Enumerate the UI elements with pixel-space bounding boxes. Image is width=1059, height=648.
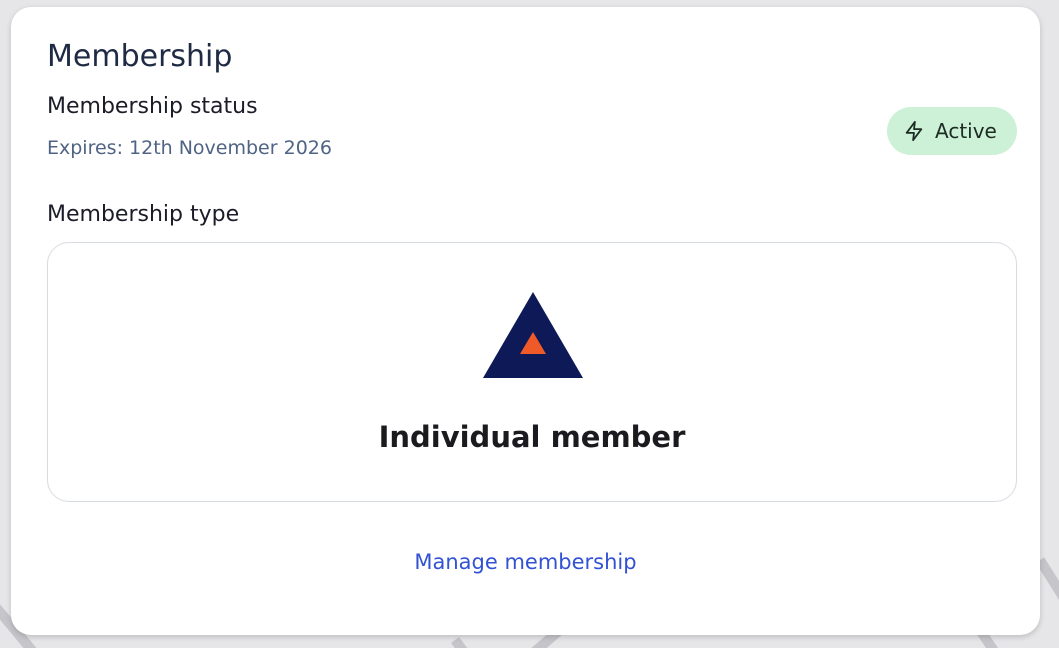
membership-status-label: Membership status — [47, 94, 258, 119]
membership-type-name: Individual member — [378, 420, 686, 454]
expiry-date: Expires: 12th November 2026 — [47, 137, 332, 159]
membership-type-panel: Individual member — [47, 242, 1017, 502]
status-badge: Active — [887, 107, 1017, 155]
lightning-bolt-icon — [905, 120, 923, 142]
status-badge-label: Active — [935, 119, 997, 143]
manage-membership-link[interactable]: Manage membership — [11, 548, 1040, 576]
triangle-logo-icon — [483, 292, 583, 378]
membership-card: Membership Membership status Expires: 12… — [11, 7, 1040, 635]
membership-type-label: Membership type — [47, 202, 240, 227]
card-title: Membership — [47, 39, 233, 74]
